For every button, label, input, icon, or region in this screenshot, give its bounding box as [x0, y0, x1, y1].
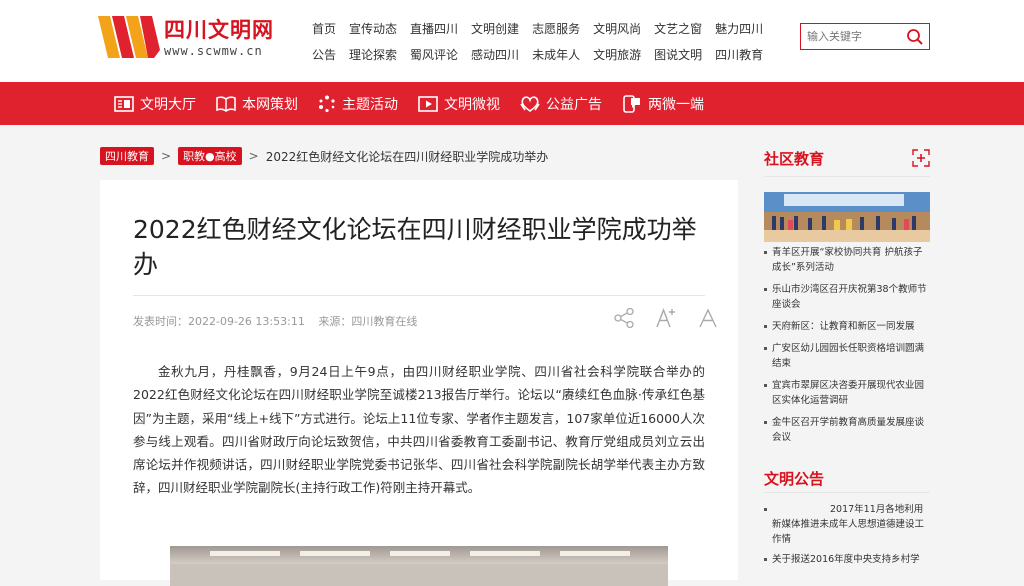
site-header: 四川文明网 www.scwmw.cn 首页 宣传动态 直播四川 文明创建 志愿服…	[0, 0, 1024, 82]
site-logo[interactable]: 四川文明网 www.scwmw.cn	[98, 14, 303, 66]
channel-ads[interactable]: 公益广告	[520, 94, 602, 114]
nav-item[interactable]: 文明旅游	[593, 46, 641, 63]
nav-item[interactable]: 理论探索	[349, 46, 397, 63]
share-icon[interactable]	[613, 307, 635, 329]
notice-list: 2017年11月各地利用新媒体推进未成年人思想道德建设工作情 关于报送2016年…	[764, 502, 930, 567]
channel-label: 文明微视	[444, 96, 500, 113]
sidebar-community: 社区教育 青羊区开展“家校协同共育 护航孩子成长”系列活动 乐山市沙湾区召开庆祝…	[764, 146, 930, 452]
article-photo	[170, 546, 668, 586]
article-panel: 2022红色财经文化论坛在四川财经职业学院成功举办 发表时间：2022-09-2…	[100, 180, 738, 586]
font-increase-icon[interactable]	[655, 307, 677, 329]
search-input[interactable]	[807, 28, 903, 45]
play-icon	[418, 95, 438, 112]
logo-mark-icon	[98, 16, 160, 58]
nav-item[interactable]: 蜀风评论	[410, 46, 458, 63]
top-nav-row-1: 首页 宣传动态 直播四川 文明创建 志愿服务 文明风尚 文艺之窗 魅力四川	[312, 15, 792, 41]
nav-item[interactable]: 魅力四川	[715, 20, 763, 37]
channel-label: 主题活动	[342, 96, 398, 113]
mobile-chat-icon	[623, 94, 640, 113]
channel-activities[interactable]: 主题活动	[318, 94, 398, 114]
top-nav-row-2: 公告 理论探索 蜀风评论 感动四川 未成年人 文明旅游 图说文明 四川教育	[312, 41, 792, 67]
nav-item[interactable]: 志愿服务	[532, 20, 580, 37]
logo-text: 四川文明网	[164, 18, 274, 42]
channel-bar: 文明大厅 本网策划 主题活动 文明微视 公益广告 两微一端	[0, 82, 1024, 125]
list-item[interactable]: 广安区幼儿园园长任职资格培训圆满结束	[764, 341, 930, 371]
channel-video[interactable]: 文明微视	[418, 94, 500, 114]
breadcrumb-tag-vocational[interactable]: 职教●高校	[178, 147, 242, 165]
nav-item[interactable]: 文明创建	[471, 20, 519, 37]
community-thumbnail[interactable]	[764, 192, 930, 242]
font-decrease-icon[interactable]	[697, 307, 719, 329]
nav-item[interactable]: 首页	[312, 20, 336, 37]
book-icon	[216, 95, 236, 112]
expand-icon[interactable]	[912, 149, 930, 167]
article-body: 金秋九月，丹桂飘香，9月24日上午9点，由四川财经职业学院、四川省社会科学院联合…	[133, 364, 705, 496]
nav-item[interactable]: 未成年人	[532, 46, 580, 63]
channel-label: 本网策划	[242, 96, 298, 113]
community-news-list: 青羊区开展“家校协同共育 护航孩子成长”系列活动 乐山市沙湾区召开庆祝第38个教…	[764, 245, 930, 445]
breadcrumb-current: 2022红色财经文化论坛在四川财经职业学院成功举办	[265, 149, 549, 164]
search-box	[800, 23, 930, 50]
nav-item[interactable]: 公告	[312, 46, 336, 63]
article-meta: 发表时间：2022-09-26 13:53:11 来源：四川教育在线	[133, 313, 427, 329]
divider	[133, 295, 705, 296]
nav-item[interactable]: 宣传动态	[349, 20, 397, 37]
search-icon[interactable]	[905, 27, 925, 47]
list-item[interactable]: 青羊区开展“家校协同共育 护航孩子成长”系列活动	[764, 245, 930, 275]
channel-label: 两微一端	[648, 96, 704, 113]
article-tools	[593, 307, 719, 329]
nav-item[interactable]: 感动四川	[471, 46, 519, 63]
publish-time: 发表时间：2022-09-26 13:53:11	[133, 315, 305, 328]
channel-hall[interactable]: 文明大厅	[114, 94, 196, 114]
breadcrumb-separator: >	[161, 149, 172, 163]
nav-item[interactable]: 文艺之窗	[654, 20, 702, 37]
channel-label: 文明大厅	[140, 96, 196, 113]
list-item[interactable]: 宜宾市翠屏区决咨委开展现代农业园区实体化运营调研	[764, 378, 930, 408]
list-item[interactable]: 2017年11月各地利用新媒体推进未成年人思想道德建设工作情	[764, 502, 930, 547]
channel-planning[interactable]: 本网策划	[216, 94, 298, 114]
article-title: 2022红色财经文化论坛在四川财经职业学院成功举办	[133, 215, 697, 279]
channel-mobile[interactable]: 两微一端	[622, 94, 704, 114]
channel-label: 公益广告	[546, 96, 602, 113]
nav-item[interactable]: 图说文明	[654, 46, 702, 63]
breadcrumb-separator: >	[248, 149, 259, 163]
list-item[interactable]: 天府新区：让教育和新区一同发展	[764, 319, 930, 334]
breadcrumb: 四川教育 > 职教●高校 > 2022红色财经文化论坛在四川财经职业学院成功举办	[100, 147, 548, 165]
heart-hands-icon	[520, 95, 540, 112]
list-item[interactable]: 乐山市沙湾区召开庆祝第38个教师节座谈会	[764, 282, 930, 312]
nav-item[interactable]: 直播四川	[410, 20, 458, 37]
section-title-community: 社区教育	[764, 149, 825, 168]
sidebar-notices: 文明公告 2017年11月各地利用新媒体推进未成年人思想道德建设工作情 关于报送…	[764, 466, 930, 572]
list-item[interactable]: 关于报送2016年度中央支持乡村学	[764, 552, 930, 567]
breadcrumb-tag-education[interactable]: 四川教育	[100, 147, 154, 165]
dots-circle-icon	[319, 95, 335, 112]
top-nav: 首页 宣传动态 直播四川 文明创建 志愿服务 文明风尚 文艺之窗 魅力四川 公告…	[312, 15, 792, 67]
nav-item[interactable]: 文明风尚	[593, 20, 641, 37]
nav-item[interactable]: 四川教育	[715, 46, 763, 63]
logo-url: www.scwmw.cn	[164, 44, 263, 58]
list-item[interactable]: 金牛区召开学前教育高质量发展座谈会议	[764, 415, 930, 445]
section-title-notices: 文明公告	[764, 469, 825, 488]
article-source: 来源：四川教育在线	[318, 315, 418, 328]
hall-icon	[114, 95, 134, 112]
